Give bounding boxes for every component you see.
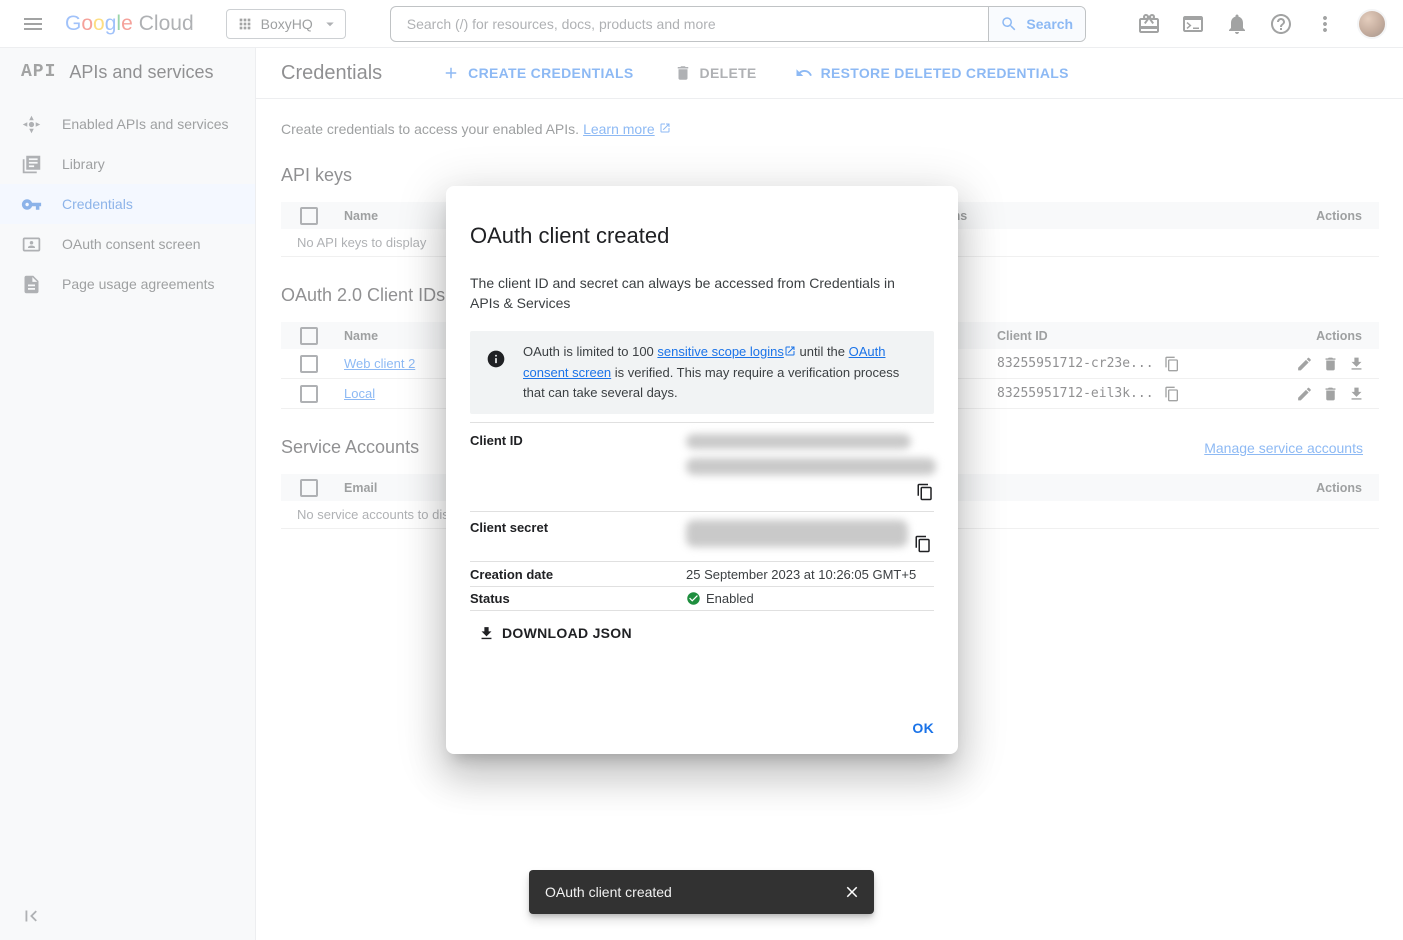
oauth-client-created-dialog: OAuth client created The client ID and s…	[446, 186, 958, 754]
download-icon	[478, 625, 495, 642]
snackbar-message: OAuth client created	[545, 884, 672, 900]
client-id-row: Client ID	[470, 422, 934, 511]
creation-date-value: 25 September 2023 at 10:26:05 GMT+5	[686, 567, 934, 582]
client-secret-label: Client secret	[470, 520, 686, 553]
dialog-title: OAuth client created	[470, 223, 934, 249]
creation-date-row: Creation date 25 September 2023 at 10:26…	[470, 561, 934, 586]
status-label: Status	[470, 591, 686, 606]
redacted-client-secret	[686, 520, 908, 547]
close-icon[interactable]	[843, 883, 861, 901]
status-enabled-text: Enabled	[706, 591, 754, 606]
oauth-limit-notice: OAuth is limited to 100 sensitive scope …	[470, 331, 934, 414]
redacted-client-id-line1	[686, 434, 911, 449]
status-row: Status Enabled	[470, 586, 934, 611]
dialog-fields: Client ID Client secret	[470, 422, 934, 611]
download-json-button[interactable]: DOWNLOAD JSON	[478, 620, 632, 646]
status-value: Enabled	[686, 591, 934, 606]
snackbar: OAuth client created	[529, 870, 874, 914]
client-id-value-redacted	[686, 433, 936, 475]
client-id-label: Client ID	[470, 433, 686, 475]
creation-date-label: Creation date	[470, 567, 686, 582]
sensitive-scope-logins-link[interactable]: sensitive scope logins	[657, 344, 783, 359]
client-secret-row: Client secret	[470, 511, 934, 561]
google-cloud-console: Google Cloud BoxyHQ Search	[0, 0, 1403, 940]
notice-text: OAuth is limited to 100 sensitive scope …	[523, 342, 918, 403]
client-secret-value-redacted	[686, 520, 934, 553]
redacted-client-id-line2	[686, 458, 936, 475]
ok-button[interactable]: OK	[898, 712, 948, 744]
check-circle-icon	[686, 591, 701, 606]
info-icon	[486, 349, 506, 403]
copy-icon[interactable]	[914, 535, 932, 553]
dialog-body-text: The client ID and secret can always be a…	[470, 273, 920, 313]
copy-icon[interactable]	[916, 483, 934, 501]
external-link-icon	[784, 343, 796, 363]
